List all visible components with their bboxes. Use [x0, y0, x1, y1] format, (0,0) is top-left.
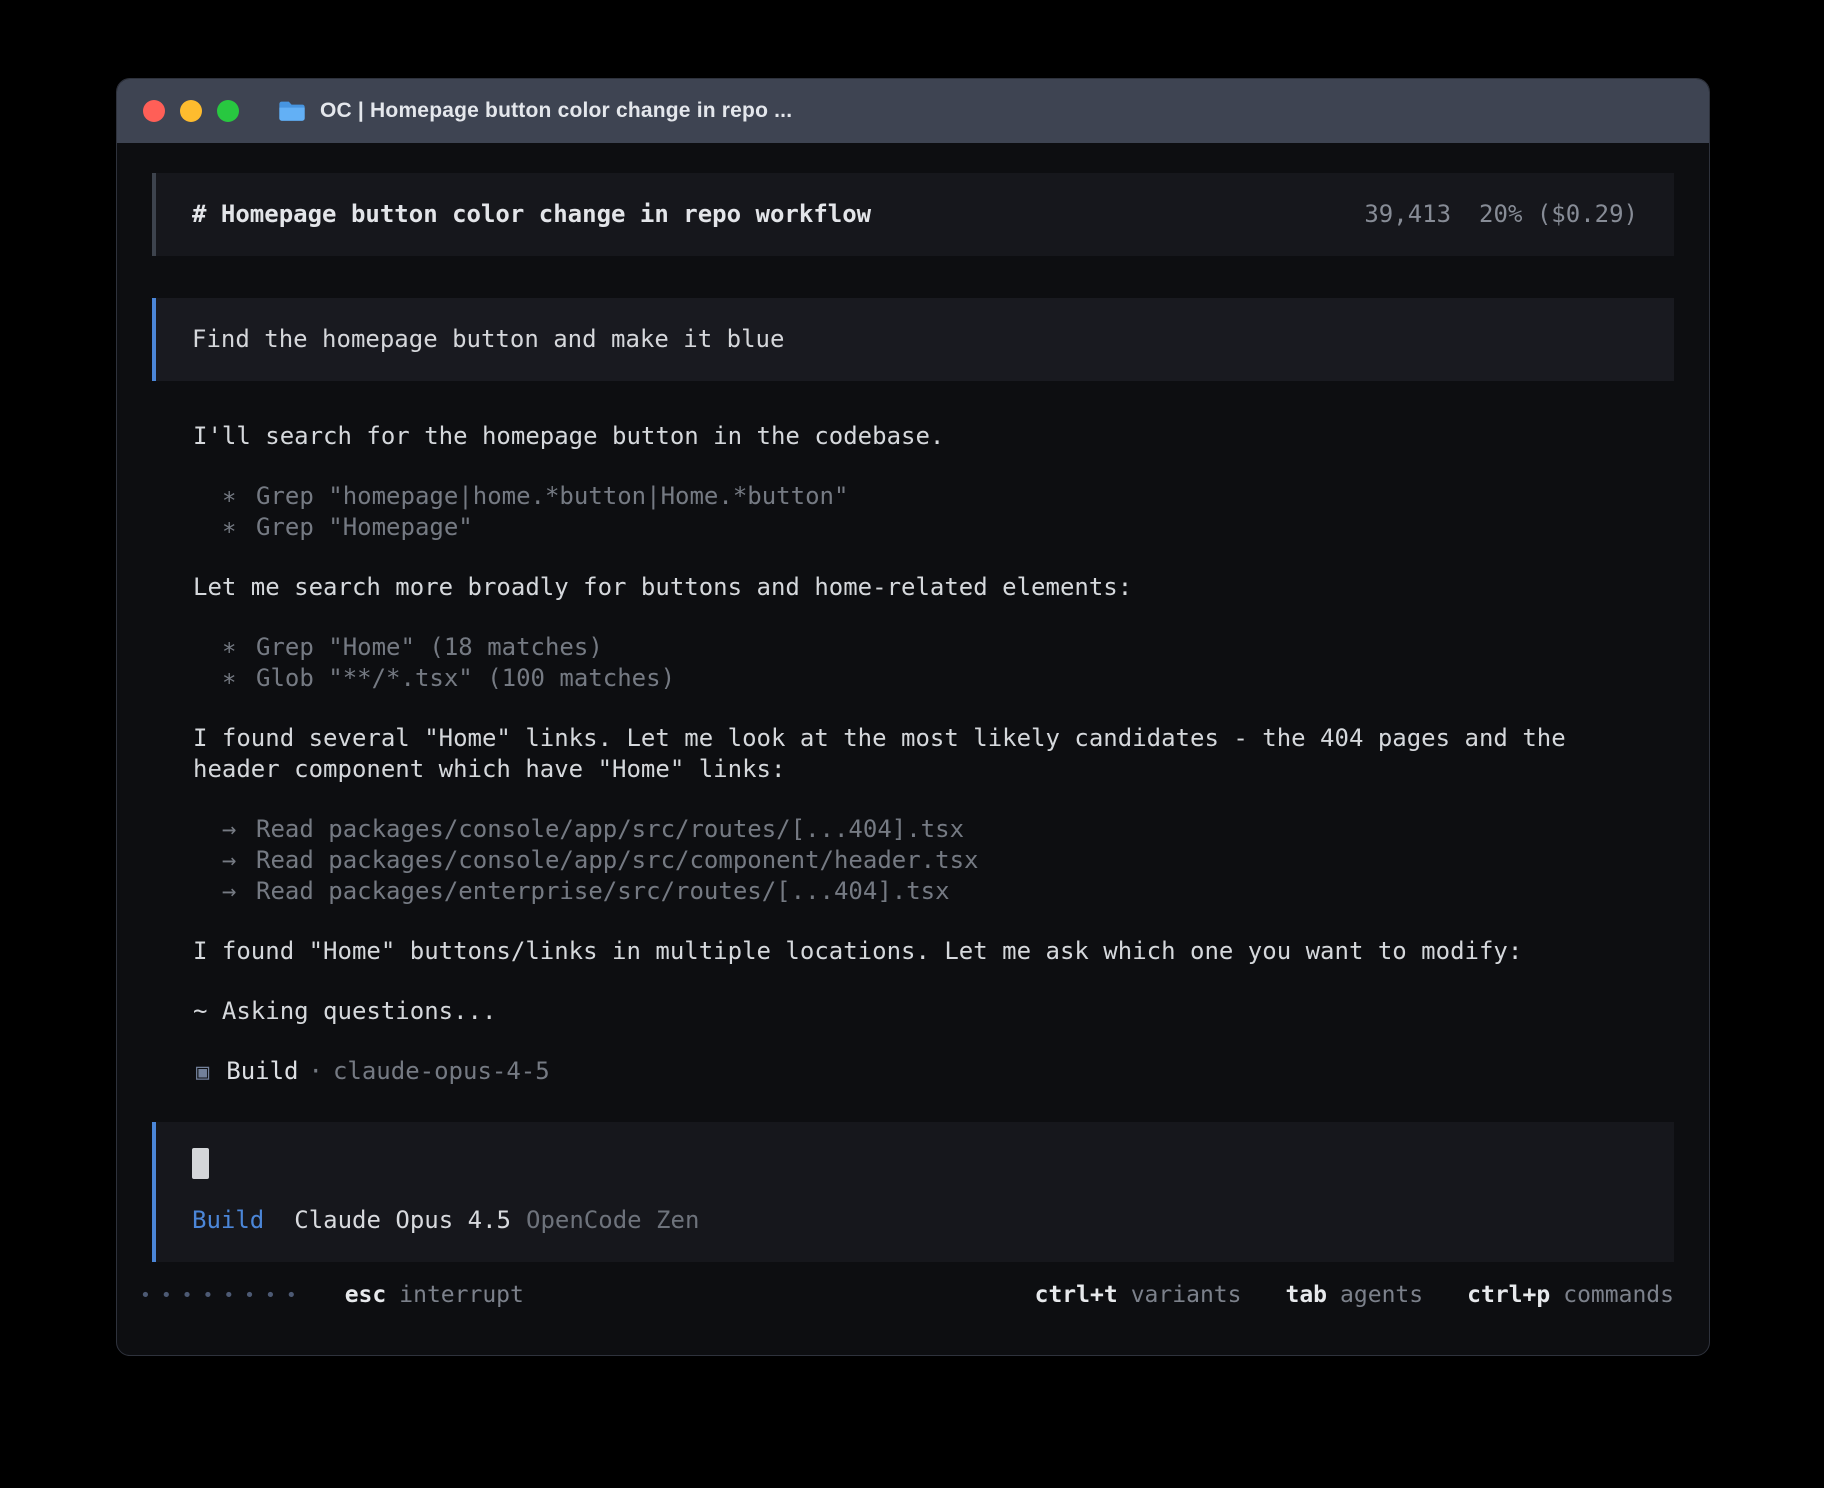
session-header: # Homepage button color change in repo w…	[152, 173, 1674, 256]
agent-status-line: ▣ Build · claude-opus-4-5	[196, 1056, 1674, 1088]
tool-call: →Read packages/console/app/src/component…	[222, 845, 1674, 876]
shortcut-label: commands	[1563, 1280, 1674, 1311]
assistant-text: I found "Home" buttons/links in multiple…	[193, 936, 1656, 967]
prompt-input[interactable]: Build Claude Opus 4.5 OpenCode Zen	[152, 1122, 1674, 1262]
input-mode-line: Build Claude Opus 4.5 OpenCode Zen	[192, 1205, 1638, 1236]
text-cursor	[192, 1148, 209, 1179]
shortcut-hint: ctrl+p commands	[1467, 1280, 1674, 1311]
input-model-label[interactable]: Claude Opus 4.5	[294, 1205, 511, 1236]
status-bar: •••••••• esc interrupt ctrl+t variants tab…	[140, 1280, 1674, 1311]
assistant-text: Let me search more broadly for buttons a…	[193, 572, 1656, 603]
tool-call-text: Read packages/console/app/src/component/…	[256, 846, 978, 874]
tool-prefix-icon: ∗	[222, 632, 256, 663]
user-message: Find the homepage button and make it blu…	[152, 298, 1674, 381]
assistant-text: I found several "Home" links. Let me loo…	[193, 723, 1656, 785]
window-title: OC | Homepage button color change in rep…	[320, 99, 792, 123]
shortcut-key: ctrl+t	[1035, 1280, 1118, 1311]
assistant-response: I'll search for the homepage button in t…	[152, 421, 1674, 1027]
tool-call-text: Grep "homepage|home.*button|Home.*button…	[256, 482, 848, 510]
tool-call: →Read packages/enterprise/src/routes/[..…	[222, 876, 1674, 907]
shortcut-label: agents	[1340, 1280, 1423, 1311]
terminal-content: # Homepage button color change in repo w…	[117, 143, 1709, 1355]
shortcut-key: ctrl+p	[1467, 1280, 1550, 1311]
shortcut-label: variants	[1131, 1280, 1242, 1311]
assistant-text: ~ Asking questions...	[193, 996, 1656, 1027]
tool-call-text: Read packages/console/app/src/routes/[..…	[256, 815, 964, 843]
context-cost: 20% ($0.29)	[1479, 199, 1638, 230]
agent-separator: ·	[309, 1056, 323, 1087]
agent-model: claude-opus-4-5	[333, 1056, 550, 1087]
agent-icon: ▣	[196, 1057, 209, 1088]
session-stats: 39,413 20% ($0.29)	[1364, 199, 1638, 230]
tool-call-group: ∗Grep "Home" (18 matches)∗Glob "**/*.tsx…	[222, 632, 1674, 694]
window-controls	[143, 100, 254, 122]
tool-prefix-icon: →	[222, 876, 256, 907]
tool-prefix-icon: ∗	[222, 663, 256, 694]
assistant-text: I'll search for the homepage button in t…	[193, 421, 1656, 452]
tool-prefix-icon: ∗	[222, 512, 256, 543]
tool-call-text: Grep "Home" (18 matches)	[256, 633, 603, 661]
zoom-window-button[interactable]	[217, 100, 239, 122]
shortcut-key: tab	[1285, 1280, 1327, 1311]
input-agent-label[interactable]: Build	[192, 1205, 264, 1236]
tool-call: ∗Grep "homepage|home.*button|Home.*butto…	[222, 481, 1674, 512]
shortcut-hint: tab agents	[1285, 1280, 1423, 1311]
agent-name: Build	[226, 1056, 298, 1087]
user-message-text: Find the homepage button and make it blu…	[192, 325, 784, 353]
tool-prefix-icon: ∗	[222, 481, 256, 512]
esc-action-label: interrupt	[399, 1280, 524, 1311]
window-titlebar[interactable]: OC | Homepage button color change in rep…	[117, 79, 1709, 143]
esc-key-hint: esc	[345, 1280, 387, 1311]
input-provider-label: OpenCode Zen	[526, 1205, 699, 1236]
tool-call-text: Glob "**/*.tsx" (100 matches)	[256, 664, 675, 692]
tool-call: ∗Glob "**/*.tsx" (100 matches)	[222, 663, 1674, 694]
close-window-button[interactable]	[143, 100, 165, 122]
tool-prefix-icon: →	[222, 814, 256, 845]
tool-call-group: ∗Grep "homepage|home.*button|Home.*butto…	[222, 481, 1674, 543]
spinner-dots: ••••••••	[140, 1280, 307, 1311]
tool-call-text: Grep "Homepage"	[256, 513, 473, 541]
folder-icon	[278, 100, 306, 123]
tool-call: ∗Grep "Homepage"	[222, 512, 1674, 543]
token-count: 39,413	[1364, 199, 1451, 230]
tool-call: →Read packages/console/app/src/routes/[.…	[222, 814, 1674, 845]
terminal-window: OC | Homepage button color change in rep…	[116, 78, 1710, 1356]
tool-call-group: →Read packages/console/app/src/routes/[.…	[222, 814, 1674, 907]
tool-call: ∗Grep "Home" (18 matches)	[222, 632, 1674, 663]
status-bar-shortcuts: ctrl+t variants tab agents ctrl+p commands	[1035, 1280, 1674, 1311]
status-bar-left: •••••••• esc interrupt	[140, 1280, 524, 1311]
tool-call-text: Read packages/enterprise/src/routes/[...…	[256, 877, 950, 905]
shortcut-hint: ctrl+t variants	[1035, 1280, 1242, 1311]
minimize-window-button[interactable]	[180, 100, 202, 122]
session-title: # Homepage button color change in repo w…	[192, 199, 871, 230]
tool-prefix-icon: →	[222, 845, 256, 876]
